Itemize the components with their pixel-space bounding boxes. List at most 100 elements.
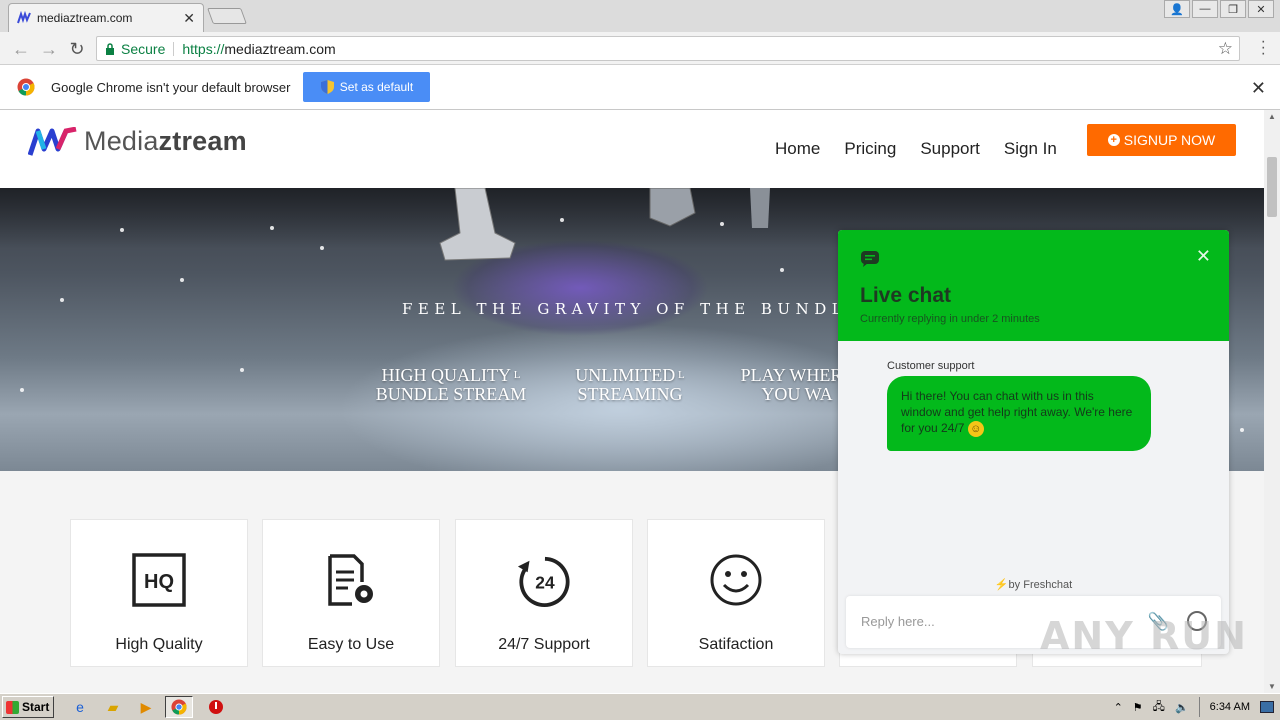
- chat-header: ✕ Live chat Currently replying in under …: [838, 230, 1229, 341]
- secure-label: Secure: [121, 40, 166, 57]
- signup-label: SIGNUP NOW: [1123, 132, 1216, 148]
- card-label: High Quality: [115, 636, 203, 653]
- omnibox-separator: [173, 41, 175, 56]
- set-default-label: Set as default: [339, 80, 414, 94]
- hero-feature-unlimited: UNLIMITED L STREAMING: [568, 366, 692, 404]
- main-nav: Home Pricing Support Sign In: [775, 139, 1057, 159]
- card-label: 24/7 Support: [498, 636, 590, 653]
- reply-input[interactable]: Reply here...: [861, 614, 935, 629]
- start-label: Start: [22, 700, 50, 714]
- tab-title: mediaztream.com: [37, 11, 133, 25]
- windows-taskbar: Start e ▰ ▶ ⌃ ⚑ 🖧 🔈 6:34 AM: [0, 693, 1280, 720]
- back-icon[interactable]: ←: [10, 38, 32, 60]
- hero-feature-quality: HIGH QUALITY L BUNDLE STREAM: [370, 366, 532, 404]
- lock-icon: [106, 42, 114, 55]
- chat-close-icon[interactable]: ✕: [1196, 246, 1211, 267]
- support-24-icon: 24: [516, 552, 572, 608]
- card-high-quality[interactable]: HQ High Quality: [70, 519, 248, 667]
- url-host: mediaztream.com: [224, 40, 336, 57]
- forward-icon[interactable]: →: [38, 38, 60, 60]
- agent-name: Customer support: [887, 360, 975, 372]
- reload-icon[interactable]: ↻: [66, 38, 88, 60]
- media-player-icon[interactable]: ▶: [136, 697, 156, 717]
- logo-text: Mediaztream: [84, 126, 247, 157]
- window-controls: 👤 — ❐ ✕: [1164, 0, 1274, 18]
- shield-icon: [320, 80, 334, 94]
- chat-bubble-icon: [861, 251, 879, 267]
- folder-icon[interactable]: ▰: [103, 697, 123, 717]
- anyrun-watermark: ANY RUN: [1040, 614, 1248, 658]
- card-label: Easy to Use: [307, 636, 395, 653]
- smiley-icon: [708, 552, 764, 608]
- mediaztream-logo[interactable]: Mediaztream: [28, 126, 247, 157]
- svg-text:HQ: HQ: [144, 571, 174, 593]
- tab-close-icon[interactable]: ✕: [183, 10, 195, 27]
- astronaut-boot-image: [439, 188, 516, 261]
- browser-tab[interactable]: mediaztream.com ✕: [8, 3, 204, 32]
- astronaut-boot-image-2: [649, 188, 770, 228]
- nav-pricing[interactable]: Pricing: [844, 139, 896, 159]
- document-gear-icon: [323, 552, 379, 608]
- scroll-down-icon[interactable]: ▼: [1268, 682, 1276, 691]
- chat-title: Live chat: [860, 284, 952, 307]
- volume-tray-icon[interactable]: 🔈: [1175, 701, 1189, 714]
- bookmark-star-icon[interactable]: ☆: [1218, 39, 1233, 59]
- chrome-logo-icon: [17, 78, 35, 96]
- infobar-close-icon[interactable]: ✕: [1251, 78, 1266, 99]
- user-icon[interactable]: 👤: [1164, 0, 1190, 18]
- minimize-button[interactable]: —: [1192, 0, 1218, 18]
- start-button[interactable]: Start: [2, 696, 54, 718]
- site-header: Mediaztream Home Pricing Support Sign In…: [0, 110, 1264, 188]
- windows-flag-icon: [6, 700, 19, 714]
- close-window-button[interactable]: ✕: [1248, 0, 1274, 18]
- card-support[interactable]: 24 24/7 Support: [455, 519, 633, 667]
- network-tray-icon[interactable]: 🖧: [1153, 698, 1165, 717]
- flag-tray-icon[interactable]: ⚑: [1133, 701, 1143, 714]
- live-chat-widget: ✕ Live chat Currently replying in under …: [838, 230, 1229, 654]
- card-label: Satifaction: [698, 636, 774, 653]
- signup-button[interactable]: + SIGNUP NOW: [1087, 124, 1236, 156]
- chrome-taskbar-icon[interactable]: [165, 696, 193, 718]
- card-easy-to-use[interactable]: Easy to Use: [262, 519, 440, 667]
- hero-tagline: FEEL THE GRAVITY OF THE BUNDLE: [402, 300, 864, 318]
- hq-icon: HQ: [131, 552, 187, 608]
- feature-line2: STREAMING: [577, 384, 683, 404]
- logo-bold: ztream: [158, 126, 247, 156]
- page-scrollbar[interactable]: ▲ ▼: [1264, 110, 1280, 693]
- mediaztream-logo-icon: [28, 126, 77, 156]
- internet-explorer-icon[interactable]: e: [70, 697, 90, 717]
- show-desktop-icon[interactable]: [1260, 701, 1274, 713]
- clock[interactable]: 6:34 AM: [1210, 701, 1250, 713]
- feature-line2: BUNDLE STREAM: [375, 384, 527, 404]
- svg-text:24: 24: [535, 573, 555, 593]
- chat-message-text: Hi there! You can chat with us in this w…: [901, 389, 1133, 435]
- nav-home[interactable]: Home: [775, 139, 820, 159]
- scroll-thumb[interactable]: [1267, 157, 1277, 217]
- nav-sign-in[interactable]: Sign In: [1004, 139, 1057, 159]
- card-satisfaction[interactable]: Satifaction: [647, 519, 825, 667]
- default-browser-infobar: Google Chrome isn't your default browser…: [0, 65, 1280, 110]
- url-scheme: https://: [182, 40, 225, 57]
- nav-support[interactable]: Support: [920, 139, 980, 159]
- new-tab-button[interactable]: [207, 8, 247, 24]
- restore-button[interactable]: ❐: [1220, 0, 1246, 18]
- logo-prefix: Media: [84, 126, 159, 156]
- tray-expand-icon[interactable]: ⌃: [1114, 701, 1123, 714]
- chrome-menu-icon[interactable]: · · ·: [1261, 34, 1266, 62]
- tab-strip: mediaztream.com ✕ 👤 — ❐ ✕: [0, 0, 1280, 32]
- smiley-emoji-icon: ☺: [967, 420, 984, 437]
- set-default-button[interactable]: Set as default: [303, 72, 431, 102]
- chat-subtitle: Currently replying in under 2 minutes: [860, 313, 1040, 325]
- infobar-message: Google Chrome isn't your default browser: [51, 79, 291, 95]
- scroll-up-icon[interactable]: ▲: [1268, 112, 1276, 121]
- browser-toolbar: ← → ↻ Secure https:// mediaztream.com ☆ …: [0, 32, 1280, 65]
- plus-circle-icon: +: [1107, 134, 1120, 146]
- mediaztream-favicon-icon: [17, 11, 31, 24]
- stop-icon[interactable]: [206, 697, 226, 717]
- powered-by[interactable]: ⚡by Freshchat: [838, 578, 1229, 591]
- system-tray: ⌃ ⚑ 🖧 🔈 6:34 AM: [1114, 696, 1280, 718]
- feature-line1: HIGH QUALITY: [381, 365, 511, 385]
- address-bar[interactable]: Secure https:// mediaztream.com ☆: [96, 36, 1240, 61]
- tray-separator: [1198, 697, 1200, 717]
- chat-message-bubble: Hi there! You can chat with us in this w…: [887, 376, 1151, 451]
